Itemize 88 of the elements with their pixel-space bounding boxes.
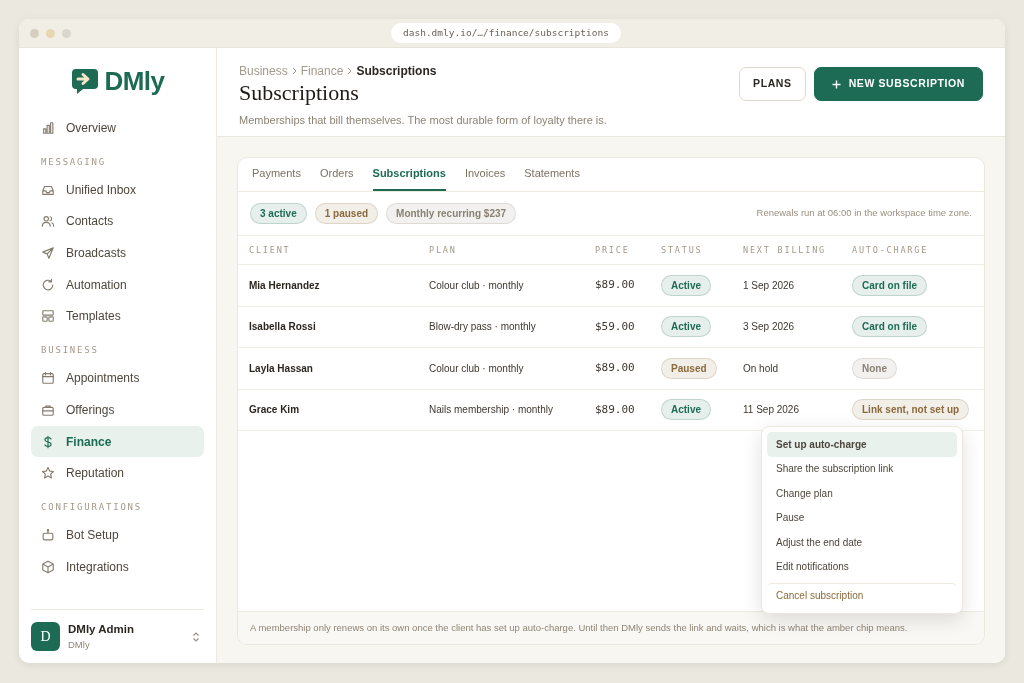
tab[interactable]: Orders xyxy=(319,158,354,191)
auto-charge-chip: Link sent, not set up xyxy=(852,399,970,421)
user-name: DMly Admin xyxy=(68,621,136,637)
robot-icon xyxy=(41,528,55,543)
next-billing-cell: 1 Sep 2026 xyxy=(743,279,795,291)
column-header: CLIENT xyxy=(249,243,292,257)
menu-item[interactable]: Change plan xyxy=(767,481,957,506)
new-subscription-button[interactable]: NEW SUBSCRIPTION xyxy=(813,67,983,101)
plan-cell: Blow-dry pass · monthly xyxy=(429,321,536,333)
logo-icon xyxy=(70,67,101,95)
plans-button[interactable]: PLANS xyxy=(739,67,806,101)
workspace-name: DMly xyxy=(68,638,91,652)
sidebar-item[interactable]: Appointments xyxy=(31,362,204,395)
section-label: BUSINESS xyxy=(40,344,100,358)
renewal-note: Renewals run at 06:00 in the workspace time zone. xyxy=(756,206,972,221)
status-chip: Active xyxy=(661,274,711,296)
next-billing-cell: On hold xyxy=(743,362,779,374)
sidebar-item[interactable]: Offerings xyxy=(31,394,204,426)
column-header: AUTO-CHARGE xyxy=(852,243,930,257)
briefcase-icon xyxy=(41,402,55,417)
sidebar-item[interactable]: Reputation xyxy=(31,457,204,489)
client-name: Mia Hernandez xyxy=(249,279,320,291)
menu-item[interactable]: Share the subscription link xyxy=(767,456,957,481)
client-name: Grace Kim xyxy=(249,404,300,416)
auto-charge-chip: None xyxy=(852,357,897,379)
next-billing-cell: 11 Sep 2026 xyxy=(743,404,799,416)
next-billing-cell: 3 Sep 2026 xyxy=(743,321,795,333)
tab[interactable]: Payments xyxy=(252,158,301,191)
sidebar-item[interactable]: Templates xyxy=(31,300,204,333)
sidebar-item[interactable]: Integrations xyxy=(31,551,204,583)
calendar-icon xyxy=(41,371,55,386)
menu-item[interactable]: Adjust the end date xyxy=(767,530,957,555)
user-avatar: D xyxy=(31,622,60,651)
summary-chip: 3 active xyxy=(250,203,307,224)
status-chip: Active xyxy=(661,399,711,421)
plan-cell: Colour club · monthly xyxy=(429,279,524,291)
menu-item[interactable]: Pause xyxy=(767,505,957,530)
sidebar-item[interactable]: Contacts xyxy=(31,205,204,238)
people-icon xyxy=(41,214,55,229)
paper-plane-icon xyxy=(41,246,55,261)
auto-charge-chip: Card on file xyxy=(852,274,927,296)
bar-chart-icon xyxy=(41,120,55,135)
client-name: Isabella Rossi xyxy=(249,321,316,333)
menu-item[interactable]: Set up auto-charge xyxy=(767,432,957,457)
column-header: STATUS xyxy=(661,243,704,257)
sidebar-item[interactable]: Bot Setup xyxy=(31,519,204,552)
plan-cell: Nails membership · monthly xyxy=(429,404,553,416)
summary-chip: 1 paused xyxy=(314,203,379,224)
sidebar-item[interactable]: Broadcasts xyxy=(31,237,204,269)
price-cell: $59.00 xyxy=(595,319,635,333)
auto-charge-chip: Card on file xyxy=(852,316,927,338)
client-name: Layla Hassan xyxy=(249,362,313,374)
price-cell: $89.00 xyxy=(595,402,635,416)
price-cell: $89.00 xyxy=(595,278,635,291)
plan-cell: Colour club · monthly xyxy=(429,362,524,374)
status-chip: Active xyxy=(661,316,711,338)
layout-icon xyxy=(41,309,55,324)
column-header: PLAN xyxy=(429,243,458,257)
price-cell: $89.00 xyxy=(595,361,635,374)
refresh-icon xyxy=(41,277,55,292)
tab[interactable]: Subscriptions xyxy=(372,158,446,191)
summary-chip: Monthly recurring $237 xyxy=(386,203,517,224)
section-label: MESSAGING xyxy=(40,155,107,169)
status-chip: Paused xyxy=(661,357,717,379)
sidebar-item[interactable]: Automation xyxy=(31,268,204,301)
sidebar-item[interactable]: Finance xyxy=(31,425,204,458)
menu-item[interactable]: Edit notifications xyxy=(767,554,957,579)
menu-item[interactable]: Cancel subscription xyxy=(767,583,957,608)
dollar-icon xyxy=(41,434,55,449)
footer-note: A membership only renews on its own once the client has set up auto-charge. Until then DMly sends the link and waits, which is what the amber chip means. xyxy=(250,620,908,635)
chevron-icon xyxy=(291,67,297,75)
chevron-icon xyxy=(347,67,353,75)
breadcrumb-item: Subscriptions xyxy=(356,63,437,80)
page-subtitle: Memberships that bill themselves. The most durable form of loyalty there is. xyxy=(239,113,607,128)
cube-icon xyxy=(41,559,55,574)
sidebar-item[interactable]: Unified Inbox xyxy=(31,174,204,206)
tab[interactable]: Invoices xyxy=(464,158,506,191)
sidebar-item[interactable]: Overview xyxy=(31,112,204,144)
section-label: CONFIGURATIONS xyxy=(40,500,144,514)
tab[interactable]: Statements xyxy=(524,158,580,191)
star-icon xyxy=(41,466,55,481)
page-title: Subscriptions xyxy=(239,80,360,106)
chevron-updown-icon[interactable] xyxy=(192,630,200,643)
column-header: PRICE xyxy=(595,243,631,257)
column-header: NEXT BILLING xyxy=(743,243,827,257)
plus-icon xyxy=(831,79,841,89)
brand-name: DMly xyxy=(104,64,165,98)
address-bar[interactable]: dash.dmly.io/…/finance/subscriptions xyxy=(391,23,621,43)
